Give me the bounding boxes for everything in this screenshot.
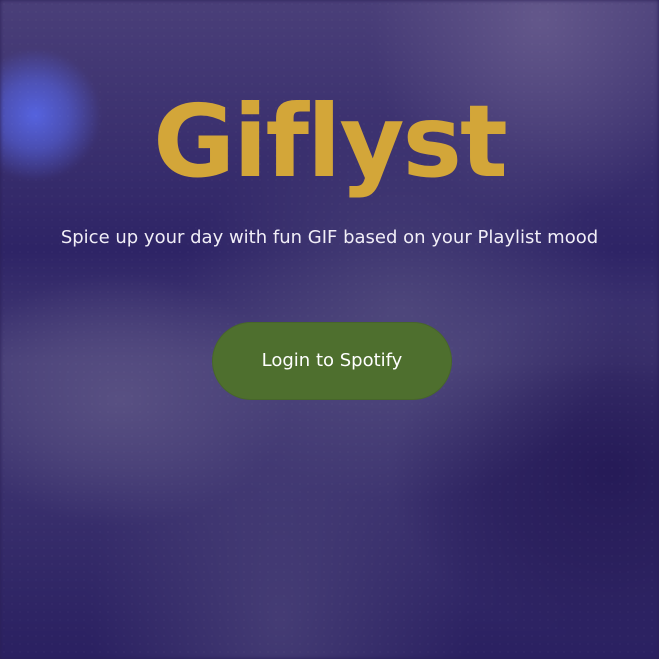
tagline: Spice up your day with fun GIF based on … (60, 227, 599, 248)
app-title: Giflyst (153, 83, 508, 200)
landing-page: Giflyst Spice up your day with fun GIF b… (0, 0, 659, 659)
login-to-spotify-button[interactable]: Login to Spotify (212, 322, 452, 400)
hero-section: Giflyst Spice up your day with fun GIF b… (0, 0, 659, 659)
